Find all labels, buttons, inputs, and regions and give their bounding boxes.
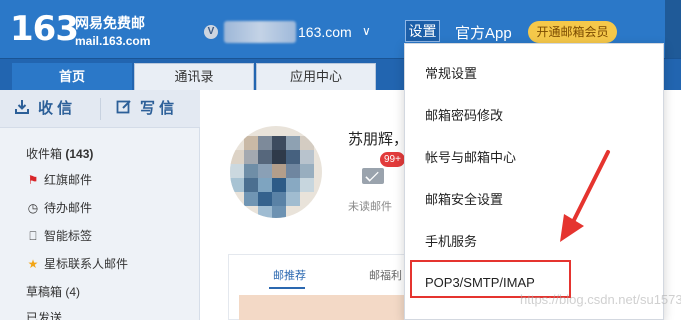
edit-icon [116, 100, 131, 114]
account-domain[interactable]: 163.com [298, 24, 352, 40]
unread-count-badge: 99+ [380, 152, 405, 167]
tab-contacts[interactable]: 通讯录 [134, 63, 254, 91]
logo-url[interactable]: mail.163.com [75, 34, 150, 48]
tab-recommend[interactable]: 邮推荐 [273, 267, 306, 283]
unread-mail-icon[interactable] [362, 168, 384, 184]
sidebar-item-sent[interactable]: 已发送 [26, 309, 62, 320]
sidebar-item-todo[interactable]: ◷ 待办邮件 [26, 199, 92, 217]
sidebar-item-label: 星标联系人邮件 [44, 257, 129, 271]
menu-item-general-settings[interactable]: 常规设置 [425, 64, 477, 84]
clock-icon: ◷ [27, 201, 39, 215]
sidebar-item-flagged[interactable]: ⚑ 红旗邮件 [26, 171, 92, 189]
logo-title[interactable]: 网易免费邮 [75, 15, 145, 31]
tab-benefits[interactable]: 邮福利 [369, 267, 402, 283]
write-mail-button[interactable]: 写 信 [116, 98, 174, 120]
sidebar-item-label: 待办邮件 [44, 201, 93, 215]
vip-level-icon[interactable]: V [204, 25, 218, 39]
settings-dropdown-menu: 常规设置 邮箱密码修改 帐号与邮箱中心 邮箱安全设置 手机服务 POP3/SMT… [404, 43, 664, 320]
sidebar-item-smart-tags[interactable]: ⎕ 智能标签 [26, 227, 92, 245]
sidebar-item-label: 智能标签 [44, 229, 93, 243]
drafts-count: (4) [65, 285, 81, 299]
official-app-link[interactable]: 官方App [455, 22, 512, 43]
menu-item-change-password[interactable]: 邮箱密码修改 [425, 106, 503, 126]
unread-label[interactable]: 未读邮件 [348, 198, 392, 214]
chevron-down-icon[interactable]: ∨ [362, 24, 371, 38]
avatar[interactable] [230, 126, 322, 218]
compose-toolbar: 收 信 写 信 [0, 90, 200, 128]
sidebar-item-inbox[interactable]: 收件箱 (143) [26, 145, 93, 163]
header-edge [665, 0, 681, 58]
sidebar: 收 信 写 信 收件箱 (143) ⚑ 红旗邮件 ◷ 待办邮件 ⎕ 智能标签 ★ 星标联… [0, 90, 200, 320]
toolbar-divider [100, 98, 101, 120]
logo-number[interactable]: 163 [10, 11, 79, 47]
write-mail-label: 写 信 [140, 100, 175, 117]
menu-item-account-center[interactable]: 帐号与邮箱中心 [425, 148, 516, 168]
sidebar-item-label: 收件箱 [26, 147, 63, 161]
sidebar-item-label: 草稿箱 [26, 285, 63, 299]
red-flag-icon: ⚑ [27, 173, 39, 187]
download-icon [15, 100, 29, 114]
receive-mail-label: 收 信 [38, 100, 73, 117]
star-icon: ★ [27, 257, 39, 271]
active-tab-underline [269, 287, 305, 289]
sidebar-item-label: 红旗邮件 [44, 173, 93, 187]
open-vip-button[interactable]: 开通邮箱会员 [528, 21, 617, 43]
sidebar-item-drafts[interactable]: 草稿箱 (4) [26, 283, 80, 301]
settings-button[interactable]: 设置 [405, 20, 440, 42]
account-name-blurred [224, 21, 296, 43]
annotation-arrow-icon [560, 150, 610, 242]
menu-item-mobile-service[interactable]: 手机服务 [425, 232, 477, 252]
inbox-count: (143) [65, 147, 94, 161]
user-greeting: 苏朋辉， [348, 131, 409, 148]
sidebar-item-label: 已发送 [26, 311, 63, 320]
sidebar-item-starred-contacts[interactable]: ★ 星标联系人邮件 [26, 255, 128, 273]
tab-app-center[interactable]: 应用中心 [256, 63, 376, 91]
receive-mail-button[interactable]: 收 信 [14, 98, 72, 120]
watermark: https://blog.csdn.net/su1573 [520, 292, 681, 307]
tab-home[interactable]: 首页 [12, 63, 132, 91]
menu-item-security-settings[interactable]: 邮箱安全设置 [425, 190, 503, 210]
bookmark-icon: ⎕ [29, 229, 37, 243]
